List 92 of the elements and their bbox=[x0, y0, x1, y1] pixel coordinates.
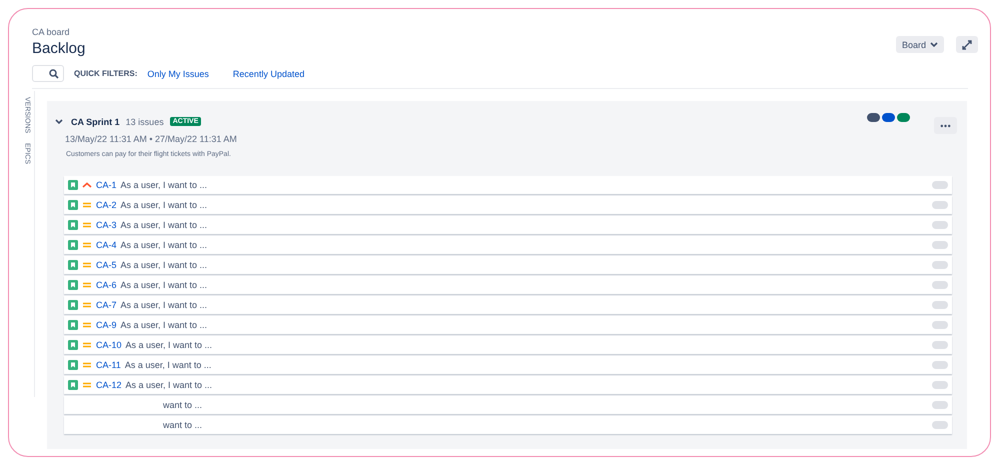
board-button[interactable]: Board bbox=[896, 36, 944, 53]
issue-key[interactable]: CA-10 bbox=[96, 340, 122, 350]
priority-icon bbox=[82, 221, 92, 229]
story-icon bbox=[68, 280, 78, 290]
issue-summary: want to ... bbox=[163, 420, 202, 430]
issue-key[interactable]: CA-12 bbox=[96, 380, 122, 390]
issue-row[interactable]: CA-12 As a user, I want to ... bbox=[64, 376, 952, 394]
expand-button[interactable] bbox=[956, 36, 978, 53]
issue-row[interactable]: CA-3 As a user, I want to ... bbox=[64, 216, 952, 234]
issue-summary: As a user, I want to ... bbox=[120, 240, 208, 250]
priority-icon bbox=[82, 201, 92, 209]
priority-icon bbox=[82, 381, 92, 389]
estimate-badge bbox=[932, 421, 948, 429]
story-icon bbox=[68, 320, 78, 330]
priority-icon bbox=[82, 241, 92, 249]
issue-summary: As a user, I want to ... bbox=[120, 280, 208, 290]
issue-row[interactable]: CA-6 As a user, I want to ... bbox=[64, 276, 952, 294]
estimate-badge bbox=[932, 381, 948, 389]
issue-row[interactable]: CA-7 As a user, I want to ... bbox=[64, 296, 952, 314]
story-icon bbox=[68, 340, 78, 350]
issue-summary: As a user, I want to ... bbox=[120, 180, 208, 190]
estimate-badge bbox=[932, 401, 948, 409]
priority-icon bbox=[82, 301, 92, 309]
issue-key[interactable]: CA-1 bbox=[96, 180, 117, 190]
priority-icon bbox=[82, 281, 92, 289]
story-icon bbox=[68, 200, 78, 210]
estimate-badge bbox=[932, 221, 948, 229]
priority-icon bbox=[82, 361, 92, 369]
more-icon bbox=[940, 124, 951, 128]
estimate-badge bbox=[932, 201, 948, 209]
issue-row[interactable]: CA-1 As a user, I want to ... bbox=[64, 176, 952, 194]
issue-row[interactable]: CA-10 As a user, I want to ... bbox=[64, 336, 952, 354]
epic-pill[interactable] bbox=[897, 113, 910, 122]
story-icon bbox=[68, 380, 78, 390]
estimate-badge bbox=[932, 341, 948, 349]
issue-key[interactable]: CA-4 bbox=[96, 240, 117, 250]
priority-icon bbox=[82, 321, 92, 329]
issue-row[interactable]: CA-2 As a user, I want to ... bbox=[64, 196, 952, 214]
priority-icon bbox=[82, 181, 92, 189]
chevron-icon[interactable] bbox=[55, 118, 63, 124]
story-icon bbox=[68, 260, 78, 270]
search-icon bbox=[49, 68, 59, 78]
issue-summary: As a user, I want to ... bbox=[120, 220, 208, 230]
expand-icon bbox=[962, 40, 972, 50]
issue-key[interactable]: CA-5 bbox=[96, 260, 117, 270]
quick-filters-label: QUICK FILTERS: bbox=[74, 69, 138, 78]
issue-key[interactable]: CA-9 bbox=[96, 320, 117, 330]
estimate-badge bbox=[932, 181, 948, 189]
estimate-badge bbox=[932, 321, 948, 329]
estimate-badge bbox=[932, 261, 948, 269]
epic-pill[interactable] bbox=[867, 113, 880, 122]
estimate-badge bbox=[932, 361, 948, 369]
sprint-name: CA Sprint 1 bbox=[71, 116, 120, 126]
story-icon bbox=[68, 220, 78, 230]
issue-key[interactable]: CA-7 bbox=[96, 300, 117, 310]
issue-row[interactable]: CA-11 As a user, I want to ... bbox=[64, 356, 952, 374]
page-title: Backlog bbox=[32, 40, 86, 57]
issue-count: 13 issues bbox=[126, 116, 164, 126]
issue-key[interactable]: CA-6 bbox=[96, 280, 117, 290]
issue-summary: As a user, I want to ... bbox=[124, 360, 212, 370]
breadcrumb[interactable]: CA board bbox=[32, 27, 86, 37]
issue-row[interactable]: want to ... bbox=[64, 396, 952, 414]
estimate-badge bbox=[932, 301, 948, 309]
priority-icon bbox=[82, 261, 92, 269]
story-icon bbox=[68, 240, 78, 250]
caret-icon bbox=[930, 42, 938, 48]
estimate-badge bbox=[932, 281, 948, 289]
story-icon bbox=[68, 360, 78, 370]
issue-summary: As a user, I want to ... bbox=[120, 320, 208, 330]
priority-icon bbox=[82, 341, 92, 349]
issue-summary: As a user, I want to ... bbox=[120, 300, 208, 310]
issue-summary: As a user, I want to ... bbox=[120, 260, 208, 270]
issue-summary: As a user, I want to ... bbox=[126, 340, 212, 350]
issue-summary: As a user, I want to ... bbox=[120, 200, 208, 210]
issue-key[interactable]: CA-3 bbox=[96, 220, 117, 230]
story-icon bbox=[68, 300, 78, 310]
quick-filter-link[interactable]: Recently Updated bbox=[232, 68, 304, 78]
issue-row[interactable]: want to ... bbox=[64, 416, 952, 434]
quick-filter-link[interactable]: Only My Issues bbox=[147, 68, 209, 78]
more-button[interactable] bbox=[934, 117, 957, 134]
epic-pill[interactable] bbox=[882, 113, 895, 122]
issue-row[interactable]: CA-5 As a user, I want to ... bbox=[64, 256, 952, 274]
sprint-dates: 13/May/22 11:31 AM • 27/May/22 11:31 AM bbox=[65, 134, 238, 144]
issue-summary: want to ... bbox=[163, 400, 202, 410]
issue-row[interactable]: CA-9 As a user, I want to ... bbox=[64, 316, 952, 334]
issue-key[interactable]: CA-11 bbox=[96, 360, 121, 370]
estimate-badge bbox=[932, 241, 948, 249]
issue-key[interactable]: CA-2 bbox=[96, 200, 117, 210]
search-field[interactable] bbox=[32, 65, 64, 82]
issue-summary: As a user, I want to ... bbox=[126, 380, 212, 390]
story-icon bbox=[68, 180, 78, 190]
issue-row[interactable]: CA-4 As a user, I want to ... bbox=[64, 236, 952, 254]
